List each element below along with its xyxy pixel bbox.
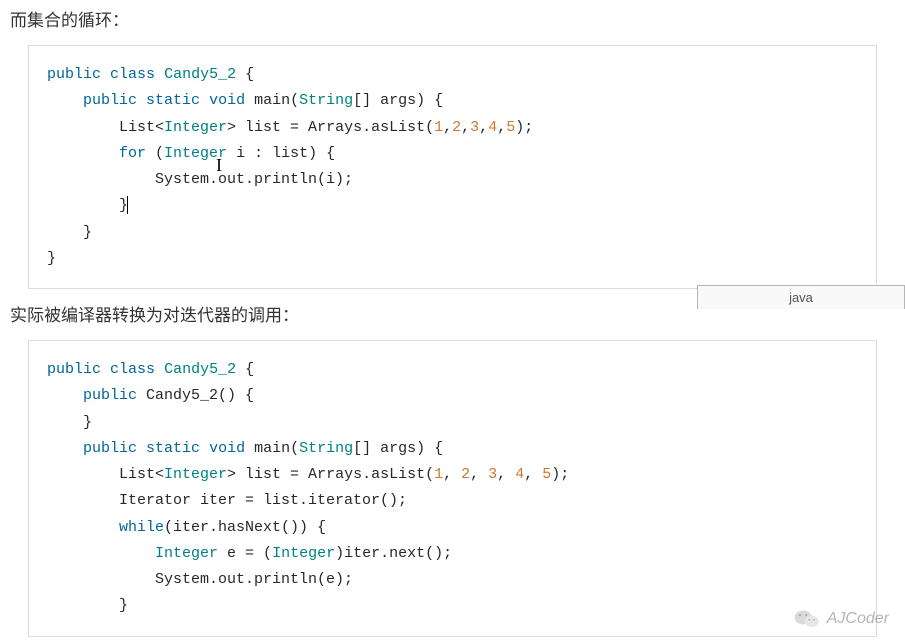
- code-block-foreach: Ipublic class Candy5_2 { public static v…: [28, 45, 877, 289]
- language-tag: java: [697, 285, 905, 309]
- text-caret-icon: [127, 196, 128, 214]
- code-block-iterator: public class Candy5_2 { public Candy5_2(…: [28, 340, 877, 637]
- watermark-label: AJCoder: [827, 610, 889, 628]
- wechat-icon: [793, 608, 821, 630]
- watermark: AJCoder: [793, 608, 889, 630]
- heading-collection-loop: 而集合的循环：: [0, 0, 905, 41]
